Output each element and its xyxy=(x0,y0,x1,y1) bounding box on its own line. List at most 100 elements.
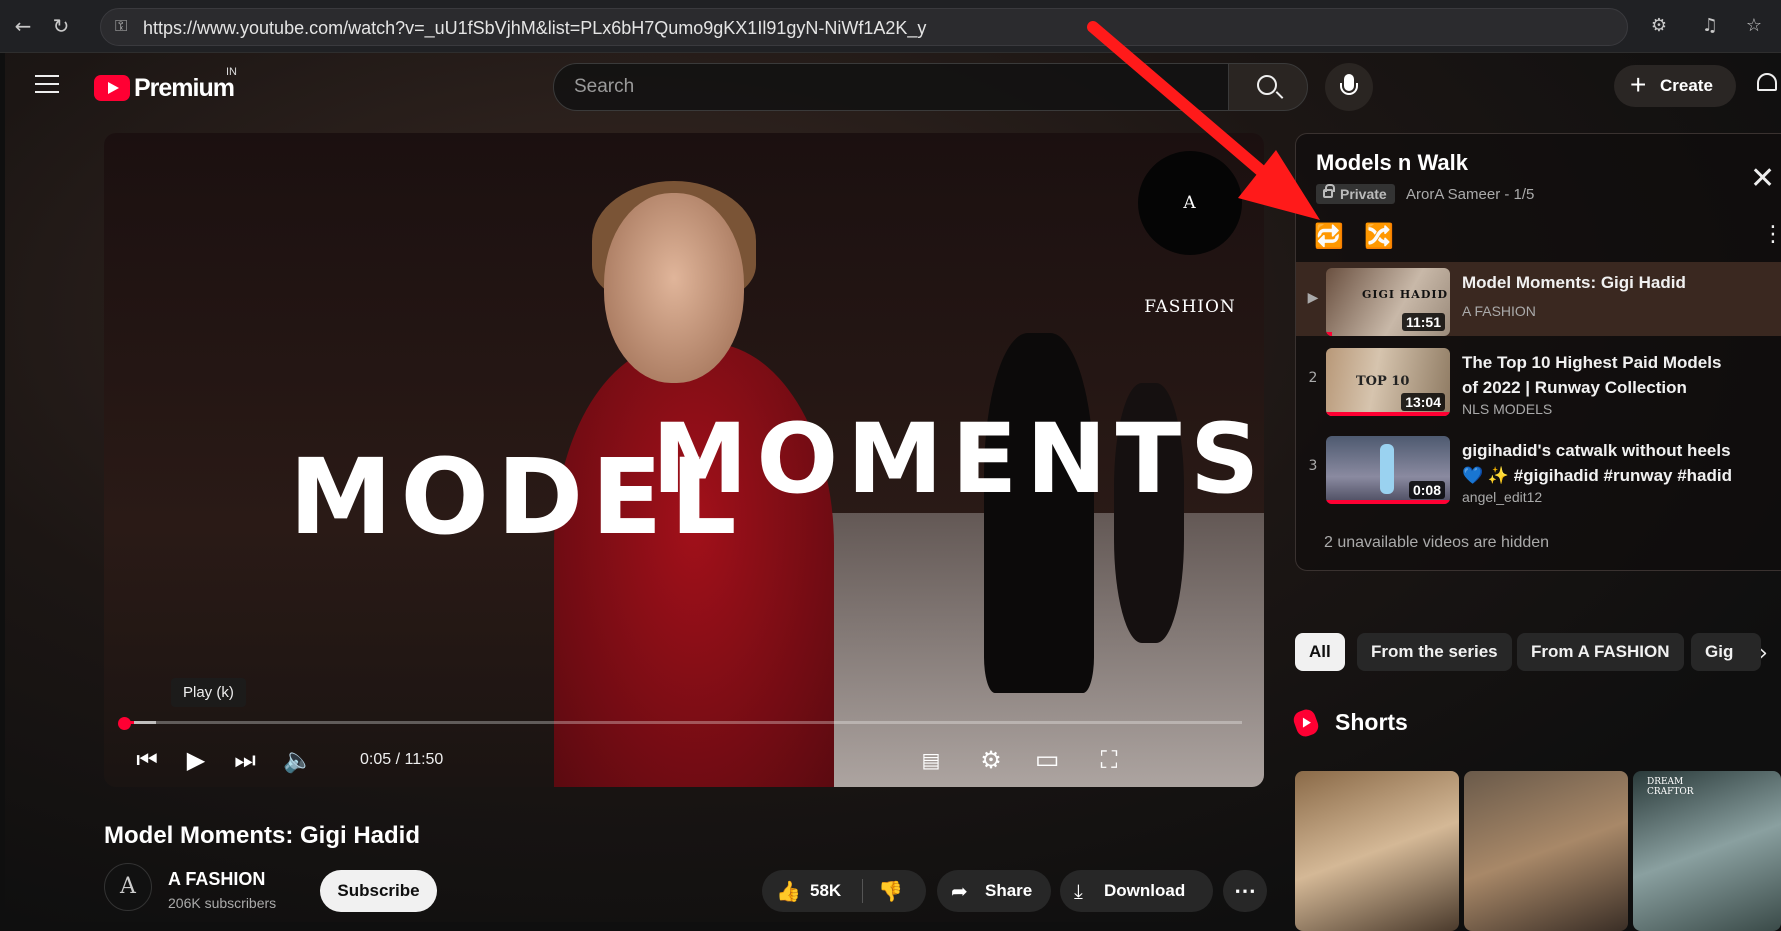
address-bar[interactable]: ⚿ https://www.youtube.com/watch?v=_uU1fS… xyxy=(100,8,1628,46)
shuffle-icon[interactable]: 🔀 xyxy=(1364,222,1394,250)
video-figure-face xyxy=(604,193,744,383)
video-title: The Top 10 Highest Paid Models of 2022 |… xyxy=(1462,353,1722,397)
chip-from-a-fashion[interactable]: From A FASHION xyxy=(1517,633,1684,671)
video-overlay-title: MOMENTS xyxy=(652,403,1264,515)
short-thumbnail[interactable]: DREAM CRAFTOR xyxy=(1633,771,1781,931)
video-thumbnail: TOP 10 13:04 xyxy=(1326,348,1450,416)
video-title: Model Moments: Gigi Hadid xyxy=(104,822,420,849)
playlist-title[interactable]: Models n Walk xyxy=(1316,150,1468,176)
volume-icon[interactable]: 🔈 xyxy=(281,745,315,775)
url-text[interactable]: https://www.youtube.com/watch?v=_uU1fSbV… xyxy=(143,18,926,39)
playlist-more-icon[interactable]: ⋮ xyxy=(1762,222,1781,247)
video-duration: 0:08 xyxy=(1408,481,1445,499)
dislike-button[interactable]: 👎 xyxy=(874,870,918,912)
download-label: Download xyxy=(1104,881,1186,900)
playlist-index: 3 xyxy=(1308,458,1318,474)
like-count: 58K xyxy=(810,881,842,900)
notifications-bell-icon[interactable] xyxy=(1757,71,1777,95)
search-button[interactable] xyxy=(1228,63,1308,111)
chevron-right-icon[interactable]: › xyxy=(1759,641,1768,666)
video-channel: NLS MODELS xyxy=(1462,401,1553,417)
thumbs-up-icon: 👍 xyxy=(776,879,801,903)
playlist-panel: Models n Walk Private ArorA Sameer - 1/5… xyxy=(1295,133,1781,571)
browser-toolbar: ← ↻ ⚿ https://www.youtube.com/watch?v=_u… xyxy=(0,0,1781,53)
short-thumbnail[interactable] xyxy=(1464,771,1628,931)
video-title: Model Moments: Gigi Hadid xyxy=(1462,273,1686,292)
youtube-app: Premium IN + Create MODEL MOMENTS A FASHI… xyxy=(5,53,1781,931)
hidden-videos-note: 2 unavailable videos are hidden xyxy=(1324,534,1550,551)
video-thumbnail: 0:08 xyxy=(1326,436,1450,504)
subscriber-count: 206K subscribers xyxy=(168,895,277,911)
privacy-label: Private xyxy=(1340,186,1387,202)
create-button[interactable]: + Create xyxy=(1614,65,1736,107)
shorts-heading: Shorts xyxy=(1335,709,1408,735)
subscribe-button[interactable]: Subscribe xyxy=(320,870,437,912)
previous-icon[interactable]: ⏮ xyxy=(132,745,162,775)
video-duration: 13:04 xyxy=(1401,393,1445,411)
search-icon xyxy=(1257,75,1277,95)
thumbnail-figure xyxy=(1380,444,1394,494)
favorites-icon[interactable]: ☆ xyxy=(1741,13,1767,39)
watched-progress xyxy=(1326,500,1450,504)
video-thumbnail: GIGI HADID 11:51 xyxy=(1326,268,1450,336)
share-icon: ➦ xyxy=(951,879,968,903)
chip-all[interactable]: All xyxy=(1295,633,1345,671)
watched-progress xyxy=(1326,332,1333,336)
shorts-icon xyxy=(1291,707,1321,739)
time-display: 0:05 / 11:50 xyxy=(360,751,444,768)
video-channel: A FASHION xyxy=(1462,303,1536,319)
channel-watermark[interactable]: A FASHION xyxy=(1138,151,1242,317)
thumbs-down-icon: 👎 xyxy=(878,879,903,903)
thumbnail-text: TOP 10 xyxy=(1356,374,1410,389)
watched-progress xyxy=(1326,412,1450,416)
hamburger-menu-icon[interactable] xyxy=(35,75,59,93)
thumbnail-text: GIGI HADID xyxy=(1362,288,1449,301)
extensions-icon[interactable]: ⚙ xyxy=(1646,13,1672,39)
chip-from-the-series[interactable]: From the series xyxy=(1357,633,1512,671)
like-dislike-group: 👍 58K 👎 xyxy=(762,870,926,912)
channel-avatar[interactable]: A xyxy=(104,863,152,911)
privacy-badge: Private xyxy=(1316,184,1395,204)
loop-playlist-icon[interactable]: 🔁 xyxy=(1314,222,1344,250)
media-icon[interactable]: ♫ xyxy=(1697,13,1723,39)
video-player[interactable]: MODEL MOMENTS A FASHION Play (k) ⏮ ▶ ⏭ 🔈… xyxy=(104,133,1264,787)
download-button[interactable]: ⤓ Download xyxy=(1060,870,1213,912)
search-box xyxy=(553,63,1229,111)
close-icon[interactable]: ✕ xyxy=(1750,164,1775,194)
settings-gear-icon[interactable]: ⚙ xyxy=(974,745,1008,775)
playlist-owner-position: ArorA Sameer - 1/5 xyxy=(1406,186,1535,203)
short-thumbnail[interactable] xyxy=(1295,771,1459,931)
now-playing-icon: ▶ xyxy=(1307,290,1319,306)
playlist-item[interactable]: ▶ GIGI HADID 11:51 Model Moments: Gigi H… xyxy=(1296,262,1781,336)
create-label: Create xyxy=(1660,76,1713,95)
youtube-play-logo-icon xyxy=(94,75,130,101)
back-icon[interactable]: ← xyxy=(10,13,36,39)
play-icon[interactable]: ▶ xyxy=(181,745,211,775)
fullscreen-icon[interactable]: ⛶ xyxy=(1092,745,1126,775)
country-code: IN xyxy=(226,66,237,78)
progress-scrubber[interactable] xyxy=(118,717,131,730)
reload-icon[interactable]: ↻ xyxy=(48,13,74,39)
playlist-index: 2 xyxy=(1308,370,1318,386)
playlist-item[interactable]: 2 TOP 10 13:04 The Top 10 Highest Paid M… xyxy=(1296,342,1781,426)
plus-icon: + xyxy=(1630,69,1647,100)
more-actions-button[interactable]: ⋯ xyxy=(1223,870,1267,912)
microphone-icon xyxy=(1340,74,1358,95)
chip-gigi[interactable]: Gig xyxy=(1691,633,1761,671)
theater-mode-icon[interactable]: ▭ xyxy=(1030,745,1064,775)
channel-name[interactable]: A FASHION xyxy=(168,869,265,890)
share-label: Share xyxy=(985,881,1033,900)
voice-search-button[interactable] xyxy=(1325,63,1373,111)
subtitles-icon[interactable]: ▤ xyxy=(914,745,948,775)
playlist-item[interactable]: 3 0:08 gigihadid's catwalk without heels… xyxy=(1296,430,1781,514)
progress-bar[interactable] xyxy=(126,721,1242,724)
download-icon: ⤓ xyxy=(1074,879,1083,903)
like-button[interactable]: 👍 58K xyxy=(762,870,862,912)
short-thumbnail-text: DREAM CRAFTOR xyxy=(1647,777,1694,797)
video-duration: 11:51 xyxy=(1401,313,1445,331)
search-input[interactable] xyxy=(574,76,1174,98)
next-icon[interactable]: ⏭ xyxy=(230,745,260,775)
share-button[interactable]: ➦ Share xyxy=(937,870,1051,912)
lock-icon: ⚿ xyxy=(115,16,128,35)
masthead: Premium IN + Create xyxy=(5,53,1781,117)
